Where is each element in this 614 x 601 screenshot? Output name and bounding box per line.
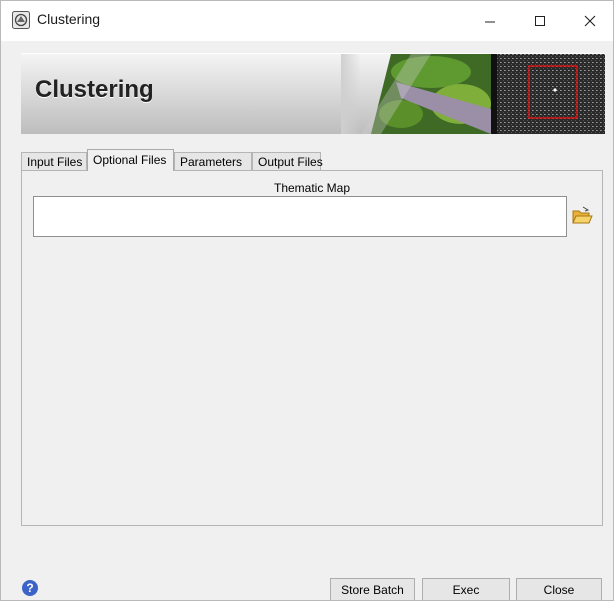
minimize-icon	[485, 21, 495, 23]
window-title: Clustering	[37, 11, 101, 27]
folder-open-icon[interactable]	[571, 206, 593, 226]
thematic-map-input[interactable]	[33, 196, 567, 237]
tab-parameters[interactable]: Parameters	[174, 152, 252, 171]
close-window-button[interactable]	[567, 1, 613, 41]
header-banner: Clustering	[21, 53, 605, 134]
maximize-icon	[535, 16, 545, 26]
optional-files-panel: Thematic Map	[21, 170, 603, 526]
maximize-button[interactable]	[517, 1, 563, 41]
banner-title: Clustering	[35, 76, 154, 103]
minimize-button[interactable]	[467, 1, 513, 41]
exec-button[interactable]: Exec	[422, 578, 510, 600]
help-icon[interactable]: ?	[22, 580, 38, 596]
tab-optional-files[interactable]: Optional Files	[87, 149, 174, 171]
tab-output-files[interactable]: Output Files	[252, 152, 323, 171]
tab-input-files[interactable]: Input Files	[21, 152, 87, 171]
title-bar[interactable]: Clustering	[1, 1, 613, 41]
close-button[interactable]: Close	[516, 578, 602, 600]
store-batch-button[interactable]: Store Batch	[330, 578, 415, 600]
thematic-map-label: Thematic Map	[273, 181, 351, 195]
close-icon	[584, 15, 596, 27]
satellite-image	[341, 54, 605, 134]
clustering-window: Clustering Clustering Input Files Option…	[0, 0, 614, 601]
app-icon	[12, 11, 30, 29]
